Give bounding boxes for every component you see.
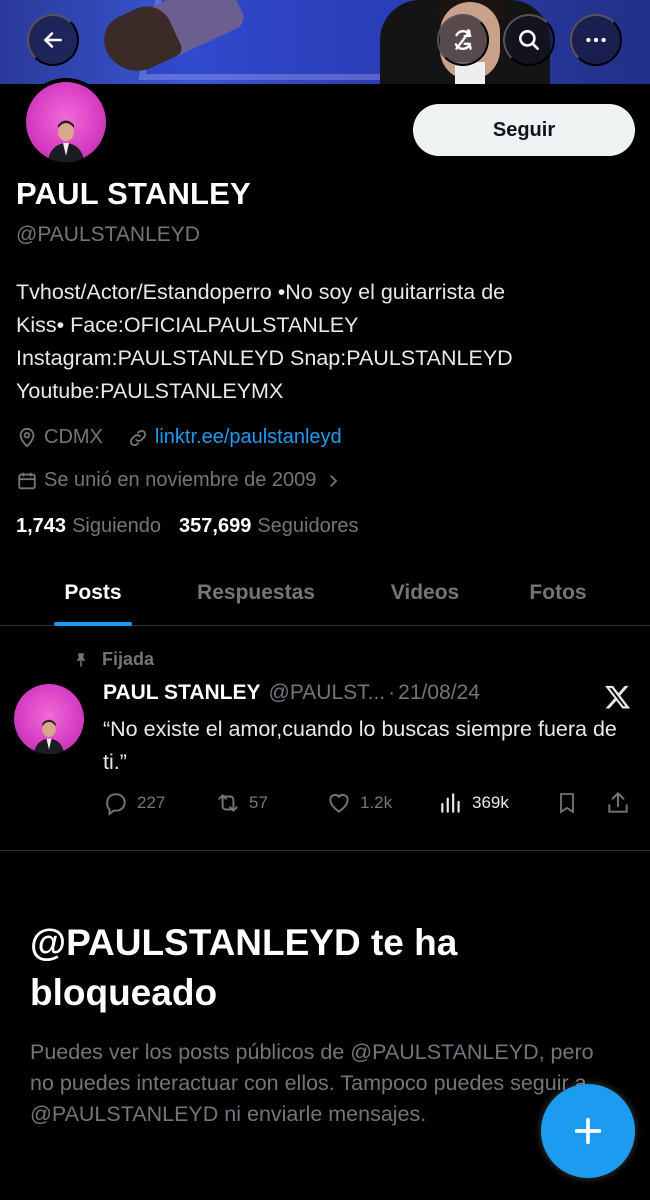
profile-tabs: Posts Respuestas Videos Fotos bbox=[0, 560, 650, 626]
post-header: PAUL STANLEY @PAULST... · 21/08/24 bbox=[103, 681, 480, 705]
calendar-icon bbox=[18, 472, 36, 489]
followers-link[interactable]: 357,699 Seguidores bbox=[179, 515, 358, 538]
tab-posts[interactable]: Posts bbox=[30, 560, 156, 626]
profile-location: CDMX bbox=[44, 426, 103, 448]
following-count: 1,743 bbox=[16, 515, 67, 537]
profile-bio: Tvhost/Actor/Estandoperro •No soy el gui… bbox=[16, 276, 626, 408]
bio-line: Tvhost/Actor/Estandoperro •No soy el gui… bbox=[16, 280, 506, 304]
bio-line: Kiss• Face:OFICIALPAULSTANLEY bbox=[16, 313, 359, 337]
post-author-avatar[interactable] bbox=[14, 684, 84, 754]
bookmark-icon[interactable] bbox=[555, 790, 579, 816]
repost-count: 57 bbox=[249, 793, 268, 812]
profile-meta: CDMX linktr.ee/paulstanleyd bbox=[16, 426, 342, 449]
profile-avatar[interactable] bbox=[22, 78, 110, 166]
chevron-right-icon bbox=[330, 474, 338, 487]
post-author-handle[interactable]: @PAULST... bbox=[269, 681, 386, 705]
tab-replies[interactable]: Respuestas bbox=[176, 560, 336, 626]
post-actions: 227 57 1.2k 369k bbox=[103, 790, 633, 816]
view-count: 369k bbox=[472, 793, 509, 812]
post-date[interactable]: 21/08/24 bbox=[398, 681, 480, 705]
post-separator: · bbox=[388, 681, 396, 704]
profile-link[interactable]: linktr.ee/paulstanleyd bbox=[155, 426, 342, 449]
followers-label: Seguidores bbox=[257, 515, 359, 537]
x-logo-icon[interactable] bbox=[603, 683, 633, 711]
following-label: Siguiendo bbox=[72, 515, 162, 537]
pinned-text: Fijada bbox=[102, 649, 155, 669]
person-photo bbox=[33, 719, 65, 754]
more-horizontal-icon bbox=[586, 37, 606, 43]
follow-button[interactable]: Seguir bbox=[413, 104, 635, 156]
profile-handle: @PAULSTANLEYD bbox=[16, 223, 200, 246]
back-button[interactable] bbox=[27, 14, 79, 66]
joined-date: Se unió en noviembre de 2009 bbox=[44, 469, 317, 491]
sync-off-icon bbox=[454, 29, 472, 50]
person-photo bbox=[47, 120, 85, 162]
sync-button[interactable] bbox=[437, 14, 489, 66]
followers-count: 357,699 bbox=[179, 515, 252, 537]
repost-icon bbox=[218, 794, 238, 812]
profile-name: PAUL STANLEY bbox=[16, 176, 251, 211]
bio-line: Youtube:PAULSTANLEYMX bbox=[16, 379, 284, 403]
plus-icon bbox=[574, 1117, 602, 1145]
like-count: 1.2k bbox=[360, 793, 393, 812]
blocked-description: Puedes ver los posts públicos de @PAULST… bbox=[30, 1040, 594, 1126]
location-pin-icon bbox=[19, 427, 35, 448]
views-button[interactable]: 369k bbox=[438, 790, 509, 816]
active-tab-indicator bbox=[54, 622, 132, 626]
tab-photos[interactable]: Fotos bbox=[508, 560, 608, 626]
arrow-left-icon bbox=[44, 32, 62, 48]
post-text: “No existe el amor,cuando lo buscas siem… bbox=[103, 717, 617, 774]
search-button[interactable] bbox=[503, 14, 555, 66]
bar-chart-icon bbox=[441, 793, 460, 813]
blocked-title: @PAULSTANLEYD te ha bloqueado bbox=[30, 922, 458, 1013]
section-divider bbox=[0, 850, 650, 851]
like-button[interactable]: 1.2k bbox=[326, 790, 392, 816]
link-icon bbox=[129, 429, 147, 446]
post-author-name[interactable]: PAUL STANLEY bbox=[103, 681, 261, 705]
follow-counts: 1,743 Siguiendo 357,699 Seguidores bbox=[16, 515, 359, 538]
reply-button[interactable]: 227 bbox=[103, 790, 165, 816]
repost-button[interactable]: 57 bbox=[215, 790, 268, 816]
tab-videos[interactable]: Videos bbox=[370, 560, 480, 626]
compose-post-button[interactable] bbox=[541, 1084, 635, 1178]
search-icon bbox=[519, 30, 539, 50]
bio-line: Instagram:PAULSTANLEYD Snap:PAULSTANLEYD bbox=[16, 346, 513, 370]
reply-icon bbox=[106, 793, 126, 816]
heart-icon bbox=[329, 793, 349, 813]
more-button[interactable] bbox=[570, 14, 622, 66]
share-icon[interactable] bbox=[605, 790, 631, 816]
reply-count: 227 bbox=[137, 793, 166, 812]
joined-row[interactable]: Se unió en noviembre de 2009 bbox=[16, 469, 342, 492]
pin-icon bbox=[76, 652, 86, 667]
pinned-label: Fijada bbox=[72, 649, 154, 670]
following-link[interactable]: 1,743 Siguiendo bbox=[16, 515, 161, 538]
